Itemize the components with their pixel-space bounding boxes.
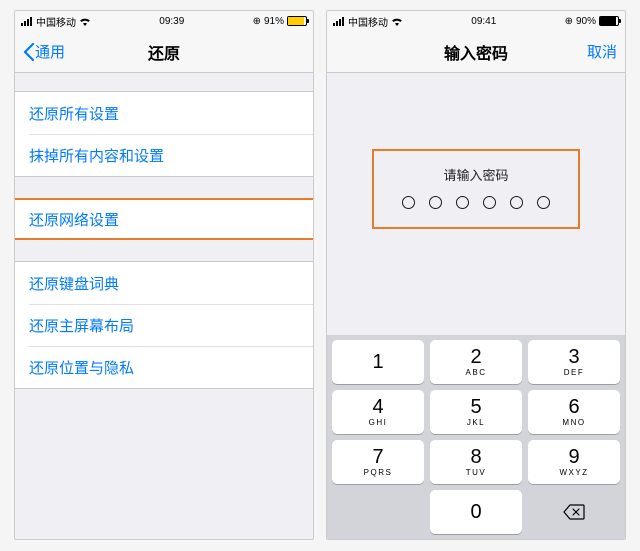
key-number: 6 xyxy=(568,397,579,417)
key-number: 7 xyxy=(372,447,383,467)
keypad-2[interactable]: 2ABC xyxy=(430,340,522,384)
erase-all-content[interactable]: 抹掉所有内容和设置 xyxy=(15,134,313,176)
orientation-lock-icon: ⊕ xyxy=(565,16,573,27)
time-label: 09:41 xyxy=(471,16,496,27)
keypad-1[interactable]: 1 xyxy=(332,340,424,384)
passcode-dot xyxy=(510,196,523,209)
keypad-7[interactable]: 7PQRS xyxy=(332,440,424,484)
keypad-4[interactable]: 4GHI xyxy=(332,390,424,434)
back-button[interactable]: 通用 xyxy=(23,41,65,62)
reset-network-settings[interactable]: 还原网络设置 xyxy=(15,198,313,240)
back-label: 通用 xyxy=(35,41,65,62)
carrier-label: 中国移动 xyxy=(348,14,388,29)
time-label: 09:39 xyxy=(159,16,184,27)
key-letters: MNO xyxy=(562,418,585,427)
cancel-button[interactable]: 取消 xyxy=(587,41,617,62)
carrier-label: 中国移动 xyxy=(36,14,76,29)
group-1: 还原网络设置 xyxy=(15,199,313,239)
key-number: 5 xyxy=(470,397,481,417)
nav-title: 输入密码 xyxy=(327,40,625,64)
key-letters: DEF xyxy=(564,368,585,377)
key-letters: GHI xyxy=(369,418,388,427)
passcode-dot xyxy=(402,196,415,209)
phone-passcode-screen: 中国移动 09:41 ⊕ 90% 输入密码 取消 请输入密码 xyxy=(326,10,626,540)
signal-icon xyxy=(333,17,345,26)
wifi-icon xyxy=(79,17,91,26)
key-letters: TUV xyxy=(466,468,487,477)
key-number: 1 xyxy=(372,352,383,372)
nav-bar: 输入密码 取消 xyxy=(327,31,625,73)
passcode-dot xyxy=(537,196,550,209)
passcode-prompt: 请输入密码 xyxy=(443,165,508,184)
nav-bar: 通用 还原 xyxy=(15,31,313,73)
key-number: 2 xyxy=(470,347,481,367)
battery-icon xyxy=(599,16,619,26)
status-bar: 中国移动 09:39 ⊕ 91% xyxy=(15,11,313,31)
key-number: 0 xyxy=(470,502,481,522)
numeric-keypad: 12ABC3DEF4GHI5JKL6MNO7PQRS8TUV9WXYZ0 xyxy=(327,335,625,539)
key-letters: WXYZ xyxy=(559,468,588,477)
keypad-blank xyxy=(332,490,424,534)
backspace-icon xyxy=(563,504,585,520)
reset-keyboard-dictionary[interactable]: 还原键盘词典 xyxy=(15,262,313,304)
reset-location-privacy[interactable]: 还原位置与隐私 xyxy=(15,346,313,388)
phone-reset-screen: 中国移动 09:39 ⊕ 91% 通用 还原 还原所有设置 抹掉所有内容和设置 … xyxy=(14,10,314,540)
signal-icon xyxy=(21,17,33,26)
key-letters: ABC xyxy=(466,368,487,377)
group-0: 还原所有设置 抹掉所有内容和设置 xyxy=(15,91,313,177)
key-number: 8 xyxy=(470,447,481,467)
orientation-lock-icon: ⊕ xyxy=(253,16,261,27)
keypad-0[interactable]: 0 xyxy=(430,490,522,534)
keypad-delete[interactable] xyxy=(528,490,620,534)
status-bar: 中国移动 09:41 ⊕ 90% xyxy=(327,11,625,31)
battery-percent: 91% xyxy=(264,16,284,27)
group-2: 还原键盘词典 还原主屏幕布局 还原位置与隐私 xyxy=(15,261,313,389)
passcode-area: 请输入密码 xyxy=(327,73,625,335)
passcode-dot xyxy=(429,196,442,209)
reset-all-settings[interactable]: 还原所有设置 xyxy=(15,92,313,134)
key-letters: PQRS xyxy=(364,468,393,477)
passcode-dot xyxy=(483,196,496,209)
passcode-box: 请输入密码 xyxy=(372,149,580,229)
key-number: 3 xyxy=(568,347,579,367)
battery-percent: 90% xyxy=(576,16,596,27)
battery-icon xyxy=(287,16,307,26)
key-number: 4 xyxy=(372,397,383,417)
keypad-3[interactable]: 3DEF xyxy=(528,340,620,384)
passcode-content: 请输入密码 12ABC3DEF4GHI5JKL6MNO7PQRS8TUV9WXY… xyxy=(327,73,625,539)
reset-home-layout[interactable]: 还原主屏幕布局 xyxy=(15,304,313,346)
chevron-left-icon xyxy=(23,43,35,61)
keypad-8[interactable]: 8TUV xyxy=(430,440,522,484)
keypad-5[interactable]: 5JKL xyxy=(430,390,522,434)
key-number: 9 xyxy=(568,447,579,467)
passcode-dot xyxy=(456,196,469,209)
reset-content: 还原所有设置 抹掉所有内容和设置 还原网络设置 还原键盘词典 还原主屏幕布局 还… xyxy=(15,73,313,539)
wifi-icon xyxy=(391,17,403,26)
key-letters: JKL xyxy=(467,418,485,427)
keypad-6[interactable]: 6MNO xyxy=(528,390,620,434)
passcode-dots xyxy=(402,196,550,209)
keypad-9[interactable]: 9WXYZ xyxy=(528,440,620,484)
